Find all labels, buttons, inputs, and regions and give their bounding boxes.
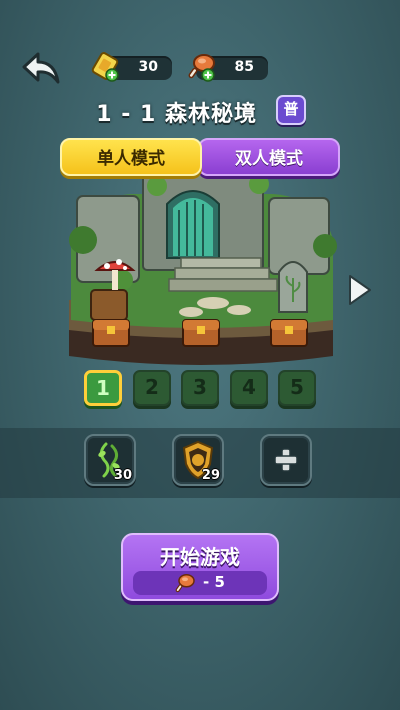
difficulty-badge: 普 (276, 95, 306, 125)
level-scene-image (69, 171, 337, 365)
arrow-right-icon (349, 275, 371, 305)
start-game-label: 开始游戏 (160, 545, 240, 569)
ticket-count: 30 (138, 59, 158, 75)
two-player-mode-tab[interactable]: 双人模式 (198, 138, 340, 176)
meat-count: 85 (234, 59, 254, 75)
level-title: 1 - 1 森林秘境 (0, 96, 400, 128)
level-name: 森林秘境 (165, 102, 258, 127)
ticket-counter: 30 (91, 52, 172, 82)
stage-button-3[interactable]: 3 (181, 370, 219, 406)
meat-icon (175, 574, 195, 593)
plus-icon (274, 448, 298, 472)
cost-strip: - 5 (133, 571, 267, 595)
ticket-icon (91, 52, 119, 82)
level-number: 1 - 1 (96, 102, 157, 127)
stage-button-4[interactable]: 4 (230, 370, 268, 406)
item-slot-vine[interactable]: 30 (84, 434, 136, 486)
back-button[interactable] (20, 50, 62, 86)
stage-button-1[interactable]: 1 (84, 370, 122, 406)
stage-button-2[interactable]: 2 (133, 370, 171, 406)
item-slot-add[interactable] (260, 434, 312, 486)
next-level-button[interactable] (344, 272, 374, 308)
item-slot-shield[interactable]: 29 (172, 434, 224, 486)
start-cost: - 5 (203, 573, 225, 591)
single-player-mode-tab[interactable]: 单人模式 (60, 138, 202, 176)
vine-count: 30 (113, 468, 132, 483)
back-arrow-icon (22, 52, 60, 84)
meat-counter: 85 (188, 54, 268, 82)
stage-button-5[interactable]: 5 (278, 370, 316, 406)
meat-icon (188, 54, 215, 82)
shield-count: 29 (201, 468, 220, 483)
start-game-button[interactable]: 开始游戏 - 5 (121, 533, 279, 601)
